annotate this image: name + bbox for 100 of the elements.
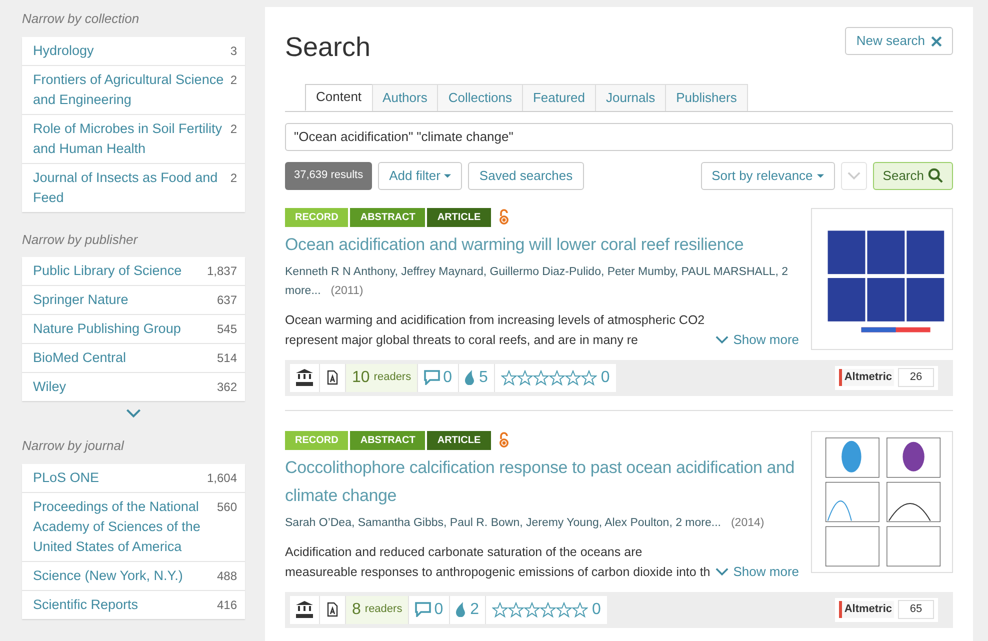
caret-icon <box>816 174 824 178</box>
star-rating[interactable] <box>492 602 588 618</box>
search-tab[interactable]: Publishers <box>665 84 748 110</box>
section-heading: Narrow by journal <box>22 437 126 455</box>
filter-item[interactable]: Wiley 362 <box>22 373 245 401</box>
result-abstract: Ocean warming and acidification from increasing levels of atmospheric CO2 represent major global threats to coral reefs, and are in many re <box>285 312 706 349</box>
filter-label: Springer Nature <box>33 291 128 309</box>
add-filter-button[interactable]: Add filter <box>378 162 462 190</box>
filter-item[interactable]: Springer Nature 637 <box>22 286 245 315</box>
filter-item[interactable]: Frontiers of Agricultural Science and Engineering 2 <box>22 66 245 114</box>
search-tab[interactable]: Content <box>305 84 373 110</box>
filter-count: 488 <box>216 568 237 584</box>
filter-count: 545 <box>216 321 237 338</box>
star-icon <box>516 370 533 386</box>
filter-label: Nature Publishing Group <box>33 320 181 338</box>
show-more-link[interactable]: Show more <box>733 562 799 582</box>
filter-item[interactable]: Public Library of Science 1,837 <box>22 257 245 286</box>
search-button[interactable]: Search <box>872 162 953 190</box>
search-tab[interactable]: Authors <box>372 84 438 110</box>
result-authors: Sarah O’Dea, Samantha Gibbs, Paul R. Bown, Jeremy Young, Alex Poulton, 2 more... (2014) <box>285 516 766 530</box>
result-title[interactable]: Coccolithophore calcification response to past ocean acidification and climate change <box>285 454 799 510</box>
altmetric-label: Altmetric <box>839 601 894 618</box>
chevron-icon <box>715 568 730 576</box>
chevron-icon <box>846 172 861 180</box>
filter-item[interactable]: BioMed Central 514 <box>22 344 245 373</box>
filter-item[interactable]: Role of Microbes in Soil Fertility and Human Health 2 <box>22 114 245 164</box>
search-tab[interactable]: Journals <box>595 84 666 110</box>
saved-searches-button[interactable]: Saved searches <box>468 162 584 190</box>
filter-label: Proceedings of the National Academy of Sciences of the United States of America <box>33 498 202 556</box>
filter-count: 637 <box>216 292 237 309</box>
filter-count: 560 <box>216 498 237 516</box>
result-title[interactable]: Ocean acidification and warming will lower coral reef resilience <box>285 230 799 258</box>
show-more-link[interactable]: Show more <box>733 330 799 350</box>
filter-item[interactable]: PLoS ONE 1,604 <box>22 464 245 492</box>
filter-count: 514 <box>216 350 237 367</box>
readers-count[interactable]: 10 readers <box>346 364 418 392</box>
type-tag: ARTICLE <box>427 208 491 226</box>
new-search-button[interactable]: New search <box>845 27 953 55</box>
results-count: 37,639 results <box>285 162 372 190</box>
filter-label: BioMed Central <box>33 349 126 367</box>
type-tag: ARTICLE <box>427 430 491 450</box>
search-field[interactable]: "Ocean acidification" "climate change" <box>285 122 953 150</box>
close-icon <box>931 36 942 46</box>
filter-label: Journal of Insects as Food and Feed <box>33 168 219 206</box>
filter-label: Hydrology <box>33 42 94 60</box>
rating-count: 0 <box>600 368 610 388</box>
document-icon <box>327 370 338 385</box>
filter-item[interactable]: Hydrology 3 <box>22 36 245 66</box>
altmetric-score: 26 <box>898 368 934 387</box>
filter-count: 2 <box>230 170 237 186</box>
star-icon <box>556 602 572 618</box>
sort-order-button[interactable] <box>840 162 867 190</box>
star-icon <box>564 370 581 386</box>
filter-item[interactable]: Scientific Reports 416 <box>22 590 245 618</box>
caret-icon <box>444 174 452 178</box>
comment-count: 0 <box>434 600 444 620</box>
drop-icon <box>465 370 475 385</box>
filter-count: 1,837 <box>206 263 237 280</box>
page-title: Search <box>285 31 371 64</box>
star-icon <box>492 602 508 618</box>
star-icon <box>508 602 524 618</box>
search-tab[interactable]: Collections <box>437 84 523 110</box>
readers-count[interactable]: 8 readers <box>346 596 410 624</box>
star-icon <box>532 370 549 386</box>
filter-item[interactable]: Nature Publishing Group 545 <box>22 315 245 344</box>
type-tag: RECORD <box>285 430 348 450</box>
filter-label: PLoS ONE <box>33 468 100 486</box>
filter-label: Public Library of Science <box>33 262 182 280</box>
document-icon <box>327 602 338 617</box>
filter-count: 362 <box>216 379 237 396</box>
section-heading: Narrow by collection <box>22 10 140 28</box>
result-abstract: Acidification and reduced carbonate saturation of the oceans are measureable responses to anthropogenic emissions of carbon dioxide into th <box>285 544 712 581</box>
type-tag: ABSTRACT <box>350 430 426 450</box>
expand-chevron-icon[interactable] <box>126 409 141 418</box>
comment-icon <box>415 602 432 617</box>
filter-label: Role of Microbes in Soil Fertility and Human Health <box>33 120 224 158</box>
type-tag: RECORD <box>285 208 348 226</box>
sort-dropdown[interactable]: Sort by relevance <box>700 162 835 190</box>
altmetric-badge[interactable]: Altmetric 65 <box>835 598 938 622</box>
star-icon <box>572 602 588 618</box>
type-tag: ABSTRACT <box>350 208 426 226</box>
result-year: (2014) <box>730 516 764 528</box>
filter-label: Science (New York, N.Y.) <box>33 566 183 585</box>
filter-label: Scientific Reports <box>33 596 138 614</box>
filter-item[interactable]: Journal of Insects as Food and Feed 2 <box>22 164 245 212</box>
altmetric-badge[interactable]: Altmetric 26 <box>835 366 938 390</box>
star-icon <box>500 370 517 386</box>
drop-icon <box>456 602 466 617</box>
rating-count: 0 <box>592 600 601 620</box>
result-year: (2011) <box>330 284 364 296</box>
altmetric-label: Altmetric <box>839 369 894 386</box>
star-icon <box>524 602 540 618</box>
search-tab[interactable]: Featured <box>522 84 596 110</box>
star-rating[interactable] <box>500 370 597 386</box>
filter-item[interactable]: Proceedings of the National Academy of Sciences of the United States of America 560 <box>22 492 245 562</box>
filter-item[interactable]: Science (New York, N.Y.) 488 <box>22 562 245 590</box>
mention-count: 5 <box>479 368 488 388</box>
filter-label: Frontiers of Agricultural Science and Engineering <box>33 70 224 109</box>
comment-icon <box>424 370 440 385</box>
chevron-icon <box>715 336 730 344</box>
